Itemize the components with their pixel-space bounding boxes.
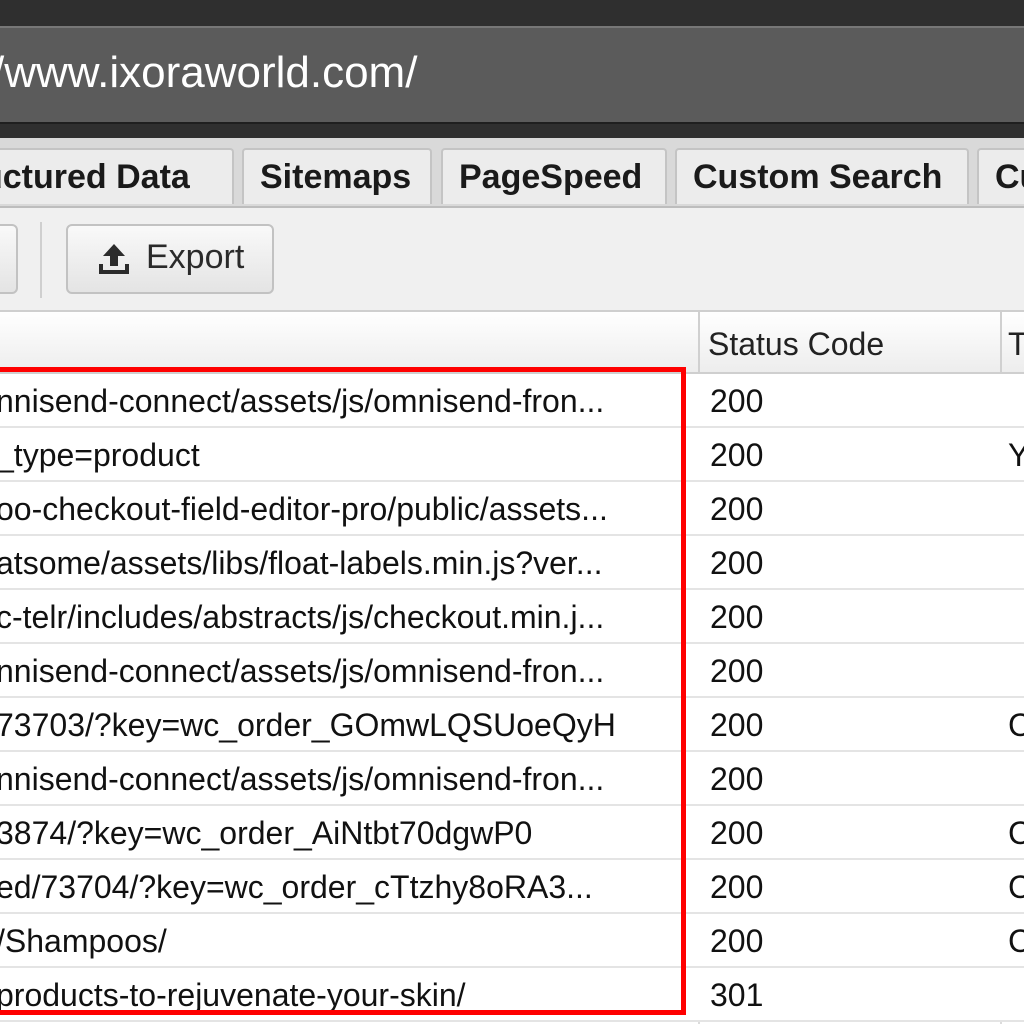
- cell-address: products-to-rejuvenate-your-skin/: [0, 977, 466, 1013]
- cell-status: 200: [710, 383, 764, 419]
- cell-extra: [1008, 590, 1024, 642]
- cell-extra: C: [1008, 707, 1024, 743]
- cell-address: /Shampoos/: [0, 923, 167, 959]
- cell-extra: [1008, 482, 1024, 534]
- tab-sitemaps[interactable]: Sitemaps: [242, 148, 432, 204]
- cell-status: 200: [710, 815, 764, 851]
- cell-address: _type=product: [0, 437, 200, 473]
- url-bar[interactable]: /www.ixoraworld.com/: [0, 26, 1024, 124]
- table-row[interactable]: 73703/?key=wc_order_GOmwLQSUoeQyH 200 C: [0, 698, 1024, 752]
- tab-label: Sitemaps: [260, 158, 412, 196]
- header-status-code[interactable]: Status Code: [708, 312, 998, 372]
- tab-structured-data[interactable]: uctured Data: [0, 148, 234, 204]
- cell-extra: C: [1008, 923, 1024, 959]
- cell-address: 73703/?key=wc_order_GOmwLQSUoeQyH: [0, 707, 616, 743]
- header-address[interactable]: [0, 312, 698, 372]
- table-row[interactable]: _type=product 200 Y: [0, 428, 1024, 482]
- tab-strip: uctured Data Sitemaps PageSpeed Custom S…: [0, 138, 1024, 208]
- cell-status: 200: [710, 491, 764, 527]
- table-row[interactable]: 3874/?key=wc_order_AiNtbt70dgwP0 200 C: [0, 806, 1024, 860]
- cell-status: 301: [710, 977, 764, 1013]
- export-label: Export: [146, 238, 245, 276]
- cell-status: 200: [710, 923, 764, 959]
- cell-extra: [1008, 536, 1024, 588]
- table-header: Status Code T: [0, 312, 1024, 374]
- table-row[interactable]: ed/73704/?key=wc_order_cTtzhy8oRA3... 20…: [0, 860, 1024, 914]
- cell-extra: [1008, 374, 1024, 426]
- tab-label: uctured Data: [0, 158, 190, 196]
- cell-status: 200: [710, 869, 764, 905]
- cell-extra: [1008, 752, 1024, 804]
- cell-extra: [1008, 968, 1024, 1020]
- url-text[interactable]: /www.ixoraworld.com/: [0, 48, 417, 98]
- cell-extra: C: [1008, 815, 1024, 851]
- window-frame: /www.ixoraworld.com/: [0, 0, 1024, 138]
- tab-pagespeed[interactable]: PageSpeed: [441, 148, 667, 204]
- cell-extra: [1008, 644, 1024, 696]
- cell-address: c-telr/includes/abstracts/js/checkout.mi…: [0, 599, 605, 635]
- table-row[interactable]: nnisend-connect/assets/js/omnisend-fron.…: [0, 374, 1024, 428]
- tab-custom-search[interactable]: Custom Search: [675, 148, 969, 204]
- tab-label: PageSpeed: [459, 158, 643, 196]
- table-row[interactable]: oo-checkout-field-editor-pro/public/asse…: [0, 482, 1024, 536]
- cell-address: nnisend-connect/assets/js/omnisend-fron.…: [0, 653, 605, 689]
- cell-address: nnisend-connect/assets/js/omnisend-fron.…: [0, 383, 605, 419]
- cell-status: 200: [710, 653, 764, 689]
- cell-status: 200: [710, 437, 764, 473]
- upload-tray-icon: [99, 244, 129, 274]
- tab-custom-extraction[interactable]: Cu: [977, 148, 1024, 204]
- table-row[interactable]: nnisend-connect/assets/js/omnisend-fron.…: [0, 752, 1024, 806]
- cell-status: 200: [710, 545, 764, 581]
- cell-extra: C: [1008, 869, 1024, 905]
- export-button[interactable]: Export: [66, 224, 274, 294]
- cell-address: 3874/?key=wc_order_AiNtbt70dgwP0: [0, 815, 533, 851]
- tab-label: Cu: [995, 158, 1024, 196]
- table-row[interactable]: atsome/assets/libs/float-labels.min.js?v…: [0, 536, 1024, 590]
- cell-address: atsome/assets/libs/float-labels.min.js?v…: [0, 545, 603, 581]
- cell-extra: Y: [1008, 437, 1024, 473]
- cell-address: ed/73704/?key=wc_order_cTtzhy8oRA3...: [0, 869, 593, 905]
- cell-address: oo-checkout-field-editor-pro/public/asse…: [0, 491, 608, 527]
- toolbar-button-partial[interactable]: [0, 224, 18, 294]
- header-truncated[interactable]: T: [1008, 312, 1024, 372]
- cell-status: 200: [710, 761, 764, 797]
- toolbar: Export: [0, 208, 1024, 312]
- header-divider[interactable]: [698, 312, 700, 372]
- cell-status: 200: [710, 599, 764, 635]
- table-row[interactable]: products-to-rejuvenate-your-skin/ 301: [0, 968, 1024, 1022]
- cell-address: nnisend-connect/assets/js/omnisend-fron.…: [0, 761, 605, 797]
- cell-status: 200: [710, 707, 764, 743]
- table-row[interactable]: /Shampoos/ 200 C: [0, 914, 1024, 968]
- header-divider[interactable]: [1000, 312, 1002, 372]
- table-row[interactable]: c-telr/includes/abstracts/js/checkout.mi…: [0, 590, 1024, 644]
- toolbar-separator: [40, 222, 42, 298]
- tab-label: Custom Search: [693, 158, 943, 196]
- table-row[interactable]: nnisend-connect/assets/js/omnisend-fron.…: [0, 644, 1024, 698]
